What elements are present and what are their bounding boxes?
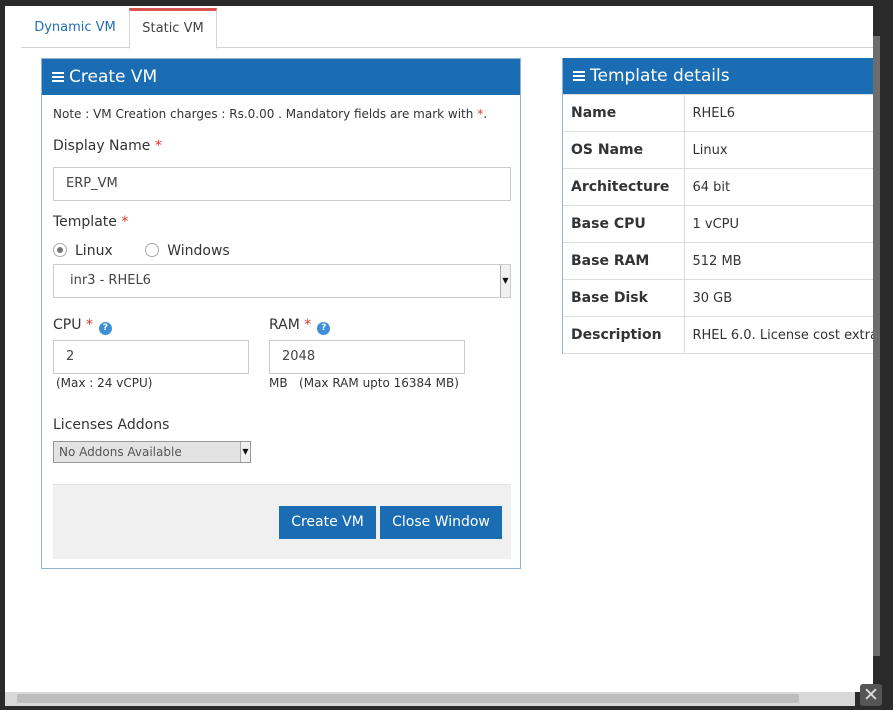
cpu-hint: (Max : 24 vCPU) — [56, 376, 153, 390]
note-suffix: . — [483, 107, 488, 121]
tab-static-vm[interactable]: Static VM — [129, 8, 217, 49]
table-row: Base RAM 512 MB — [563, 242, 873, 280]
cpu-help-icon[interactable]: ? — [98, 322, 112, 335]
chevron-down-icon[interactable]: ▼ — [500, 265, 510, 297]
tab-bar: Dynamic VM Static VM — [21, 6, 873, 49]
form-footer: Create VM Close Window — [53, 484, 511, 559]
detail-key: Base CPU — [563, 205, 685, 243]
ram-hint: MB (Max RAM upto 16384 MB) — [269, 376, 459, 390]
create-vm-panel: Create VM Note : VM Creation charges : R… — [41, 58, 521, 569]
template-details-header: Template details — [563, 58, 873, 94]
radio-linux-label: Linux — [75, 243, 113, 259]
required-star: * — [154, 138, 162, 154]
tab-dynamic-vm[interactable]: Dynamic VM — [21, 8, 129, 49]
display-name-label: Display Name * — [53, 138, 162, 154]
horizontal-scrollbar[interactable] — [5, 692, 855, 706]
create-vm-button[interactable]: Create VM — [279, 506, 376, 539]
radio-windows-button[interactable] — [145, 243, 160, 257]
template-label-text: Template — [53, 214, 117, 230]
detail-key: OS Name — [563, 131, 685, 169]
create-vm-modal: Dynamic VM Static VM Create VM Note : VM… — [5, 6, 873, 692]
detail-value: RHEL6 — [684, 94, 873, 132]
horizontal-scrollbar-thumb[interactable] — [17, 694, 799, 703]
cpu-input[interactable]: 2 — [53, 340, 249, 374]
detail-value: 1 vCPU — [684, 205, 873, 243]
required-star: * — [121, 214, 129, 230]
creation-note: Note : VM Creation charges : Rs.0.00 . M… — [53, 107, 487, 121]
radio-windows-label: Windows — [167, 243, 230, 259]
detail-key: Architecture — [563, 168, 685, 206]
bars-icon — [52, 72, 64, 82]
detail-value: RHEL 6.0. License cost extra — [684, 316, 873, 354]
table-row: Description RHEL 6.0. License cost extra — [563, 316, 873, 354]
detail-value: 64 bit — [684, 168, 873, 206]
table-row: Base CPU 1 vCPU — [563, 205, 873, 243]
radio-linux[interactable]: Linux — [53, 243, 113, 259]
ram-help-icon[interactable]: ? — [317, 322, 331, 335]
table-row: Name RHEL6 — [563, 94, 873, 132]
radio-linux-button[interactable] — [53, 243, 67, 257]
required-star: * — [85, 317, 93, 333]
detail-value: Linux — [684, 131, 873, 169]
template-details-panel: Template details Name RHEL6 OS Name Linux … — [562, 58, 873, 354]
cpu-label: CPU *? — [53, 317, 112, 335]
detail-value: 30 GB — [684, 279, 873, 317]
create-vm-title: Create VM — [69, 67, 158, 87]
ram-label: RAM *? — [269, 317, 331, 335]
vertical-scrollbar-thumb[interactable] — [873, 36, 880, 656]
detail-key: Name — [563, 94, 685, 132]
detail-key: Base Disk — [563, 279, 685, 317]
vertical-scrollbar[interactable] — [873, 6, 893, 692]
table-row: OS Name Linux — [563, 131, 873, 169]
cpu-label-text: CPU — [53, 317, 82, 333]
detail-value: 512 MB — [684, 242, 873, 280]
ram-input[interactable]: 2048 — [269, 340, 465, 374]
radio-windows[interactable]: Windows — [145, 243, 230, 259]
template-details-title: Template details — [590, 66, 730, 86]
template-details-table: Name RHEL6 OS Name Linux Architecture 64 bi… — [563, 94, 873, 354]
required-star: * — [304, 317, 312, 333]
chevron-down-icon[interactable]: ▼ — [240, 442, 250, 462]
table-row: Architecture 64 bit — [563, 168, 873, 206]
create-vm-header: Create VM — [42, 59, 520, 95]
detail-key: Base RAM — [563, 242, 685, 280]
ram-label-text: RAM — [269, 317, 300, 333]
detail-key: Description — [563, 316, 685, 354]
os-radio-group: Linux Windows — [53, 243, 258, 259]
template-label: Template * — [53, 214, 128, 230]
note-text: Note : VM Creation charges : Rs.0.00 . M… — [53, 107, 478, 121]
licenses-addons-label: Licenses Addons — [53, 417, 170, 433]
display-name-label-text: Display Name — [53, 138, 151, 154]
bars-icon — [573, 71, 585, 81]
template-select-value: inr3 - RHEL6 — [70, 273, 151, 288]
licenses-select-value: No Addons Available — [59, 445, 182, 459]
close-icon[interactable]: ✕ — [860, 684, 882, 706]
template-select[interactable]: inr3 - RHEL6 ▼ — [53, 264, 511, 298]
licenses-addons-select[interactable]: No Addons Available ▼ — [53, 441, 251, 463]
close-window-button[interactable]: Close Window — [380, 506, 502, 539]
table-row: Base Disk 30 GB — [563, 279, 873, 317]
display-name-input[interactable]: ERP_VM — [53, 167, 511, 201]
